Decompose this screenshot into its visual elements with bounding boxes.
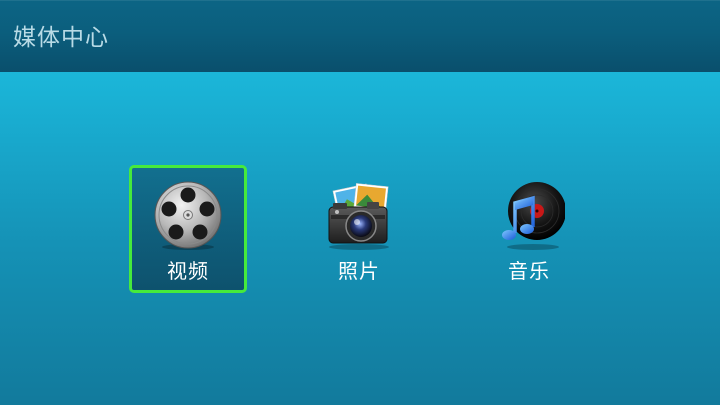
menu-item-label: 照片 (338, 259, 380, 283)
menu-item-label: 视频 (167, 259, 209, 283)
menu-item-video[interactable]: 视频 (129, 165, 247, 293)
header-bar: 媒体中心 (0, 0, 720, 72)
page-title: 媒体中心 (13, 25, 109, 51)
film-reel-icon (154, 181, 222, 250)
menu-item-photos[interactable]: 照片 (300, 165, 418, 293)
camera-photos-icon (328, 183, 389, 250)
menu-item-music[interactable]: 音乐 (470, 165, 588, 293)
media-center-screen: 媒体中心 视频 照片 音乐 (0, 0, 720, 405)
menu-item-label: 音乐 (508, 259, 550, 283)
music-record-icon (502, 182, 565, 250)
